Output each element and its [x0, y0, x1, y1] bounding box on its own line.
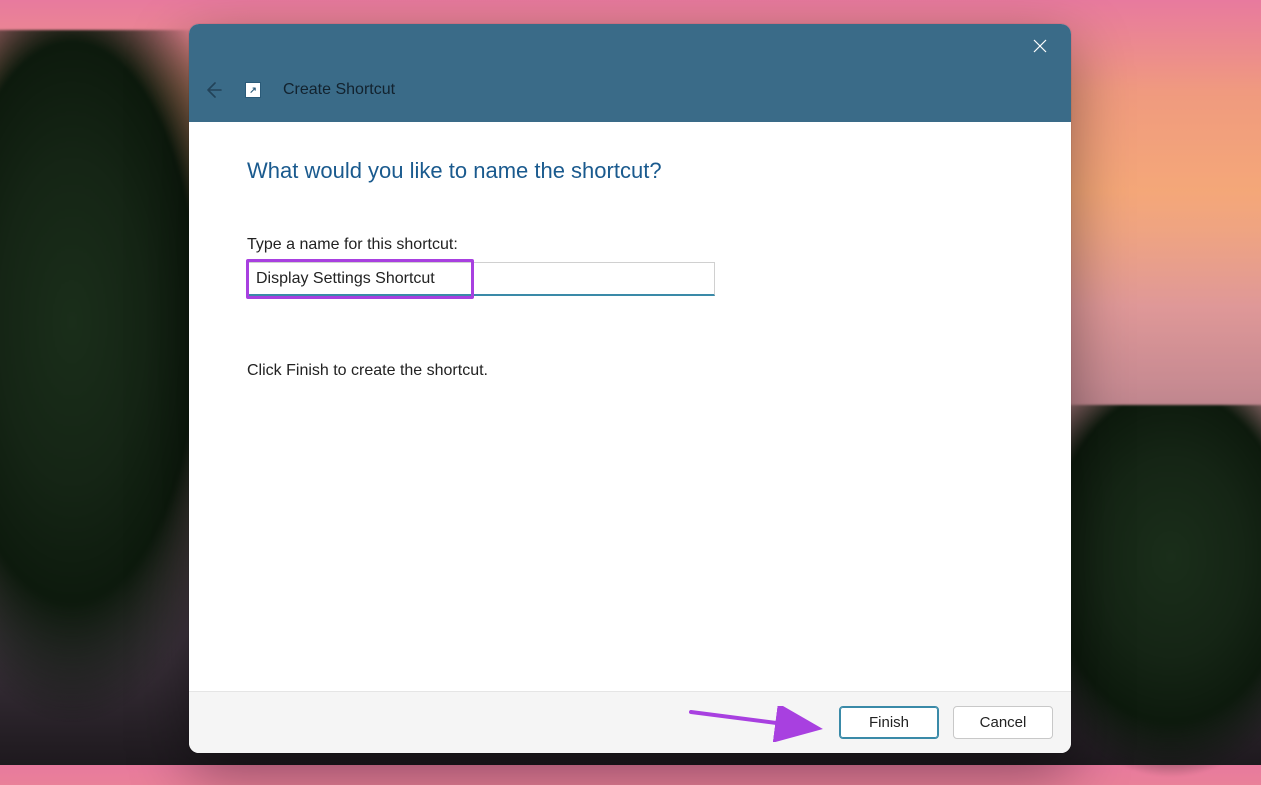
finish-button[interactable]: Finish [839, 706, 939, 739]
main-heading: What would you like to name the shortcut… [247, 158, 1013, 184]
header-row: Create Shortcut [189, 80, 395, 100]
wallpaper-tree-right [1051, 405, 1261, 785]
dialog-footer: Finish Cancel [189, 691, 1071, 753]
dialog-header: Create Shortcut [189, 24, 1071, 122]
back-button[interactable] [203, 80, 223, 100]
instruction-text: Click Finish to create the shortcut. [247, 362, 1013, 380]
shortcut-name-label: Type a name for this shortcut: [247, 236, 1013, 254]
dialog-body: What would you like to name the shortcut… [189, 122, 1071, 691]
dialog-title: Create Shortcut [283, 81, 395, 99]
annotation-arrow-icon [687, 706, 832, 742]
create-shortcut-dialog: Create Shortcut What would you like to n… [189, 24, 1071, 753]
back-arrow-icon [203, 80, 223, 100]
wallpaper-tree-left [0, 30, 210, 760]
cancel-button[interactable]: Cancel [953, 706, 1053, 739]
input-wrapper [247, 262, 715, 296]
shortcut-arrow-icon [245, 82, 261, 98]
shortcut-name-input[interactable] [247, 262, 715, 296]
close-button[interactable] [1017, 30, 1063, 62]
close-icon [1033, 39, 1047, 53]
